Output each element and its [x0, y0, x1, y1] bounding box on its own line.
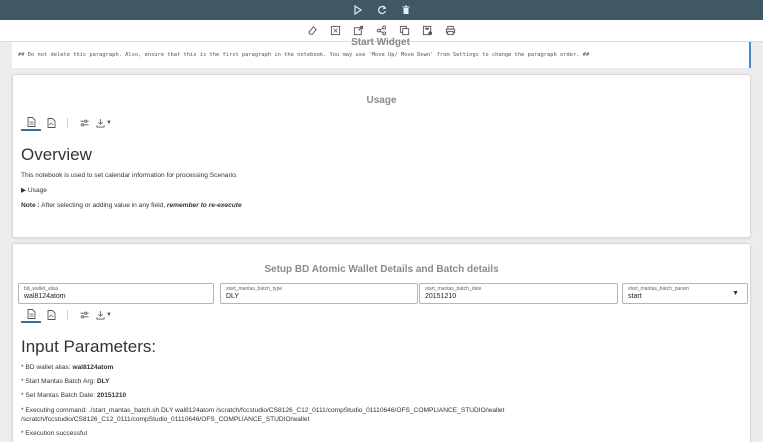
field-value[interactable]: 20151210: [425, 293, 456, 300]
batch-type-field[interactable]: start_mantas_batch_type DLY: [220, 283, 418, 304]
batch-param-select[interactable]: start_mantas_batch_param start ▼: [622, 283, 748, 304]
toolbar-divider: [67, 118, 68, 128]
copy-icon[interactable]: [398, 24, 411, 37]
bd-wallet-alias-field[interactable]: bd_wallet_alias wal8124atom: [18, 283, 214, 304]
report-view-icon[interactable]: [41, 307, 61, 323]
field-label: start_mantas_batch_type: [226, 286, 283, 292]
download-icon[interactable]: ▼: [94, 307, 114, 323]
output-value: wal8124atom: [72, 364, 114, 371]
output-label: * Set Mantas Batch Date:: [21, 392, 97, 399]
paragraph-title: Start Widget: [351, 37, 410, 48]
refresh-icon[interactable]: [377, 5, 387, 15]
note-label: Note :: [21, 202, 40, 209]
field-label: bd_wallet_alias: [24, 286, 59, 292]
paragraph-code: ## Do not delete this paragraph. Also, e…: [18, 52, 590, 58]
play-icon[interactable]: [353, 5, 363, 15]
note-text: Note : After selecting or adding value i…: [21, 202, 242, 209]
print-icon[interactable]: [444, 24, 457, 37]
delete-icon[interactable]: [401, 5, 411, 15]
field-label: start_mantas_batch_param: [628, 286, 689, 292]
field-value[interactable]: start: [628, 293, 642, 300]
paragraph-title: Setup BD Atomic Wallet Details and Batch…: [264, 264, 499, 275]
chevron-down-icon[interactable]: ▼: [732, 290, 739, 297]
output-line-batch-date: * Set Mantas Batch Date: 20151210: [21, 392, 126, 399]
share-icon[interactable]: [375, 24, 388, 37]
output-value: 20151210: [96, 392, 127, 399]
paragraph-view-toolbar: ▼: [21, 307, 114, 323]
usage-paragraph[interactable]: Usage ▼ Overview This notebook is used t…: [12, 74, 751, 238]
output-value: DLY: [96, 378, 110, 385]
usage-toggle[interactable]: ▶ Usage: [21, 186, 47, 194]
input-parameters-heading: Input Parameters:: [21, 337, 157, 356]
output-label: * Start Mantas Batch Arg:: [21, 378, 97, 385]
export-icon[interactable]: [352, 24, 365, 37]
chevron-down-icon: ▼: [106, 312, 112, 318]
output-line-wallet: * BD wallet alias: wal8124atom: [21, 364, 113, 371]
report-view-icon[interactable]: [41, 115, 61, 131]
default-view-icon[interactable]: [21, 115, 41, 131]
settings-sliders-icon[interactable]: [74, 115, 94, 131]
save-icon[interactable]: [421, 24, 434, 37]
wallet-setup-paragraph[interactable]: Setup BD Atomic Wallet Details and Batch…: [12, 243, 751, 442]
overview-heading: Overview: [21, 145, 92, 164]
start-widget-paragraph[interactable]: Start Widget ## Do not delete this parag…: [12, 37, 751, 68]
expand-icon[interactable]: [329, 24, 342, 37]
field-label: start_mantas_batch_date: [425, 286, 482, 292]
output-line-command-cont: /scratch/fccstudio/CS8126_C12_0111/compS…: [21, 416, 310, 423]
output-line-command: * Executing command: ./start_mantas_batc…: [21, 407, 505, 414]
paragraph-view-toolbar: ▼: [21, 115, 114, 131]
top-toolbar: [0, 0, 763, 20]
output-line-status: * Execution successful: [21, 430, 87, 437]
chevron-down-icon: ▼: [106, 120, 112, 126]
toolbar-divider: [67, 310, 68, 320]
output-label: * BD wallet alias:: [21, 364, 73, 371]
note-body: After selecting or adding value in any f…: [39, 202, 167, 209]
default-view-icon[interactable]: [21, 307, 41, 323]
download-icon[interactable]: ▼: [94, 115, 114, 131]
settings-sliders-icon[interactable]: [74, 307, 94, 323]
eraser-icon[interactable]: [306, 24, 319, 37]
field-value[interactable]: wal8124atom: [24, 293, 66, 300]
paragraph-title: Usage: [366, 95, 397, 106]
batch-date-field[interactable]: start_mantas_batch_date 20151210: [419, 283, 618, 304]
field-value[interactable]: DLY: [226, 293, 239, 300]
note-emphasis: remember to re-execute: [166, 202, 242, 209]
output-line-batch-arg: * Start Mantas Batch Arg: DLY: [21, 378, 109, 385]
overview-description: This notebook is used to set calendar in…: [21, 172, 238, 179]
